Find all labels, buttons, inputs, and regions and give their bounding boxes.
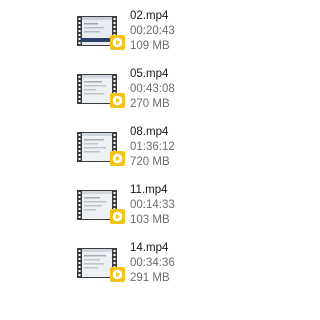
file-duration: 00:34:36 xyxy=(130,257,175,269)
file-name: 02.mp4 xyxy=(130,10,169,22)
video-file-icon xyxy=(76,129,130,171)
file-duration: 01:36:12 xyxy=(130,141,175,153)
video-file-icon xyxy=(76,71,130,113)
file-name: 08.mp4 xyxy=(130,126,169,138)
file-item-05-mp4[interactable]: 05.mp4 00:43:08 270 MB xyxy=(76,66,216,120)
file-item-11-mp4[interactable]: 11.mp4 00:14:33 103 MB xyxy=(76,182,216,236)
file-name: 11.mp4 xyxy=(130,184,168,196)
video-file-icon xyxy=(76,187,130,229)
file-duration: 00:43:08 xyxy=(130,83,175,95)
file-name: 05.mp4 xyxy=(130,68,169,80)
file-size: 291 MB xyxy=(130,272,170,284)
file-size: 103 MB xyxy=(130,214,170,226)
file-name: 14.mp4 xyxy=(130,242,169,254)
file-size: 109 MB xyxy=(130,40,170,52)
file-duration: 00:20:43 xyxy=(130,25,175,37)
file-size: 270 MB xyxy=(130,98,170,110)
file-item-02-mp4[interactable]: 02.mp4 00:20:43 109 MB xyxy=(76,8,216,62)
video-file-icon xyxy=(76,13,130,55)
video-file-icon xyxy=(76,245,130,287)
file-duration: 00:14:33 xyxy=(130,199,175,211)
file-item-14-mp4[interactable]: 14.mp4 00:34:36 291 MB xyxy=(76,240,216,294)
file-list: 02.mp4 00:20:43 109 MB 05.mp4 00:43:08 2… xyxy=(0,0,320,320)
file-item-08-mp4[interactable]: 08.mp4 01:36:12 720 MB xyxy=(76,124,216,178)
file-size: 720 MB xyxy=(130,156,170,168)
